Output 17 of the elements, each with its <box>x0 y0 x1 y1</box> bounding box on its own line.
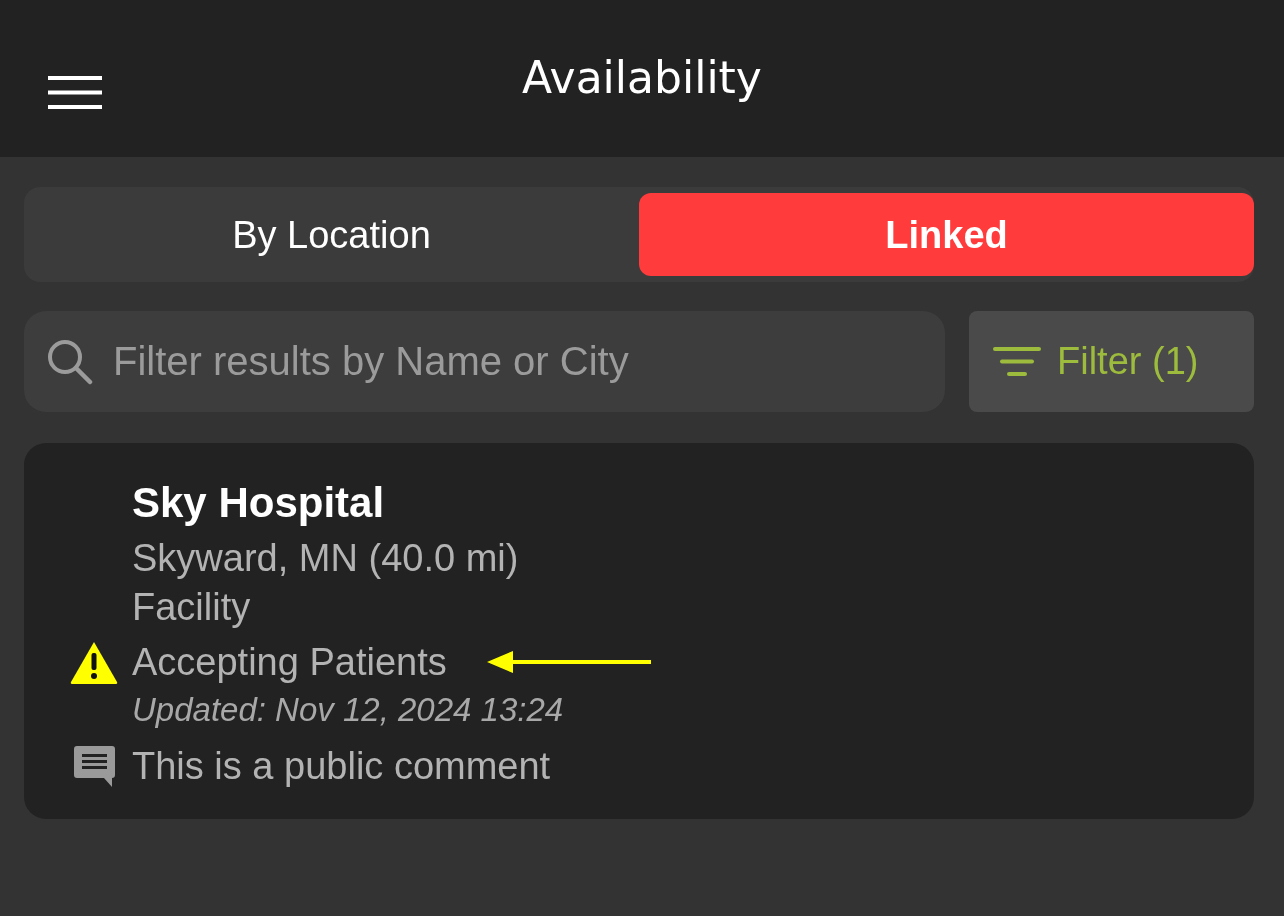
menu-icon <box>48 76 102 109</box>
search-field[interactable]: Filter results by Name or City <box>24 311 945 412</box>
page-title: Availability <box>522 52 762 105</box>
public-comment: This is a public comment <box>132 744 551 789</box>
facility-location: Skyward, MN (40.0 mi) <box>132 536 519 581</box>
facility-type: Facility <box>132 585 251 630</box>
tab[interactable]: By Location <box>24 193 639 276</box>
availability-status: Accepting Patients <box>132 640 447 685</box>
updated-timestamp: Updated: Nov 12, 2024 13:24 <box>132 693 564 727</box>
arrow-icon <box>486 651 651 673</box>
search-icon <box>46 338 93 385</box>
facility-name: Sky Hospital <box>132 478 385 528</box>
filter-button[interactable]: Filter (1) <box>969 311 1254 412</box>
filter-icon <box>993 347 1041 376</box>
comment-icon <box>73 745 115 787</box>
result-card[interactable]: Sky Hospital Skyward, MN (40.0 mi) Facility Accepting Patients Updated: Nov 12, 2024 13:24 This is a public comment <box>24 443 1254 819</box>
tab[interactable]: Linked <box>639 193 1254 276</box>
